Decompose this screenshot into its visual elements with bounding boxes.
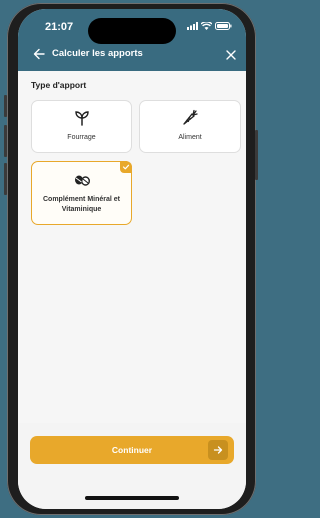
dynamic-island	[88, 18, 176, 44]
pills-icon	[74, 175, 90, 186]
continue-arrow-button[interactable]	[208, 440, 228, 460]
wifi-icon	[201, 22, 212, 30]
arrow-right-icon	[213, 446, 223, 454]
carrot-icon	[183, 110, 198, 126]
page-title: Calculer les apports	[52, 48, 143, 59]
option-card-aliment[interactable]: Aliment	[139, 100, 241, 153]
phone-volume-up	[4, 125, 7, 157]
option-label: Complément Minéral et Vitaminique	[42, 195, 120, 213]
app-header: 21:07 Calculer les apports	[18, 9, 246, 71]
back-arrow-icon[interactable]	[32, 47, 46, 61]
status-icons	[187, 22, 232, 30]
phone-power-button	[255, 130, 258, 180]
status-time: 21:07	[45, 21, 74, 33]
home-indicator[interactable]	[85, 496, 179, 500]
option-label: Aliment	[178, 134, 202, 142]
continue-label: Continuer	[111, 445, 153, 455]
close-icon[interactable]	[224, 48, 238, 62]
sprout-icon	[74, 111, 89, 127]
option-card-fourrage[interactable]: Fourrage	[31, 100, 132, 153]
option-label: Fourrage	[67, 134, 96, 142]
section-label: Type d'apport	[31, 80, 87, 90]
phone-side-button	[4, 95, 7, 117]
selected-badge	[120, 161, 132, 173]
option-card-complement-mineral[interactable]: Complément Minéral et Vitaminique	[31, 161, 132, 225]
app-screen: 21:07 Calculer les apports Type d'apport…	[18, 9, 246, 509]
battery-icon	[215, 22, 232, 30]
check-icon	[122, 164, 130, 170]
phone-volume-down	[4, 163, 7, 195]
continue-button[interactable]: Continuer	[30, 436, 234, 464]
signal-icon	[187, 22, 198, 30]
